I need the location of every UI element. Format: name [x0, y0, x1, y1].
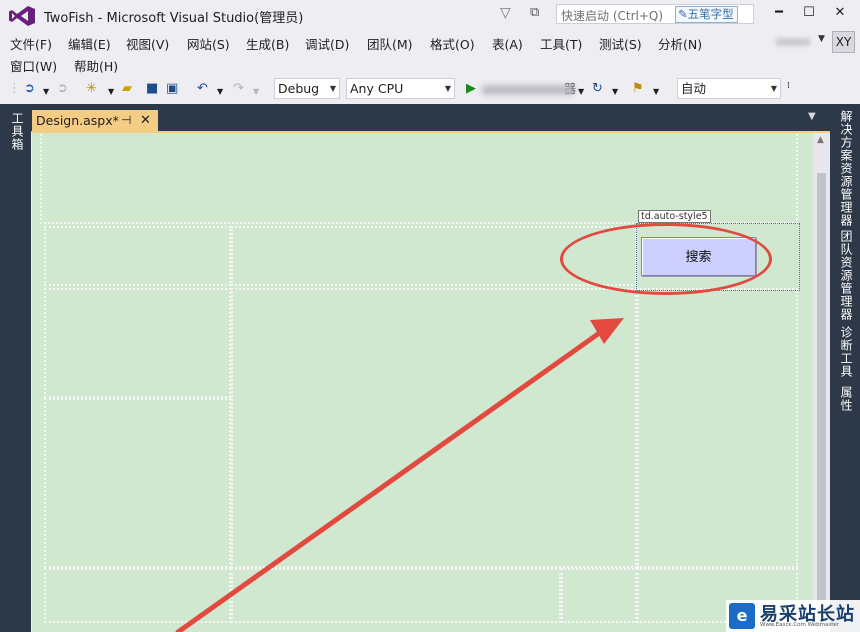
visual-studio-logo-icon	[9, 6, 35, 26]
navigate-forward-icon[interactable]: ➲	[57, 81, 68, 97]
solution-configuration-value: Debug	[278, 81, 320, 96]
menu-file[interactable]: 文件(F)	[10, 34, 52, 53]
watermark-logo-icon: e	[729, 603, 755, 629]
table-cell[interactable]	[44, 226, 231, 286]
toolbar-overflow-icon[interactable]: ⁞	[787, 78, 790, 94]
close-tab-icon[interactable]: ✕	[140, 110, 151, 131]
menu-view[interactable]: 视图(V)	[126, 34, 169, 53]
table-cell[interactable]	[44, 288, 231, 398]
solution-explorer-tab[interactable]: 解决方案资源管理器	[838, 110, 855, 227]
start-debugging-icon[interactable]: ▶	[466, 81, 476, 97]
right-tool-strip: 解决方案资源管理器 团队资源管理器 诊断工具 属性	[830, 104, 860, 632]
table-cell[interactable]	[44, 398, 231, 568]
menu-tools[interactable]: 工具(T)	[540, 34, 582, 53]
undo-icon[interactable]: ↶	[197, 81, 208, 97]
user-menu-chevron-icon[interactable]: ▼	[818, 34, 825, 44]
standard-toolbar: ⋮ ➲ ▼ ➲ ✳ ▼ ▰ ■ ▣ ↶ ▼ ↷ ▼ Debug ▼ Any CP…	[0, 76, 860, 104]
new-project-icon[interactable]: ✳	[86, 81, 97, 97]
save-all-icon[interactable]: ▣	[166, 81, 178, 97]
menu-test[interactable]: 测试(S)	[599, 34, 642, 53]
menu-team[interactable]: 团队(M)	[367, 34, 413, 53]
design-surface[interactable]: td.auto-style5 搜索	[32, 133, 813, 632]
solution-platform-value: Any CPU	[350, 81, 404, 96]
menu-window[interactable]: 窗口(W)	[10, 56, 57, 75]
navigate-back-icon[interactable]: ➲	[24, 81, 35, 97]
ime-status-badge: ✎五笔字型	[675, 6, 738, 23]
auto-combo-chevron-down-icon: ▼	[770, 84, 777, 93]
browser-link-dropdown-icon[interactable]: ▼	[653, 84, 659, 100]
tab-label: Design.aspx*	[36, 113, 119, 128]
menu-edit[interactable]: 编辑(E)	[68, 34, 111, 53]
user-name-blurred	[776, 38, 810, 46]
new-project-dropdown-icon[interactable]: ▼	[108, 84, 114, 100]
close-window-button[interactable]: ✕	[829, 5, 851, 23]
open-file-icon[interactable]: ▰	[122, 81, 132, 97]
undo-dropdown-icon[interactable]: ▼	[217, 84, 223, 100]
menu-analyze[interactable]: 分析(N)	[658, 34, 702, 53]
quick-launch-input[interactable]: 快速启动 (Ctrl+Q) ✎五笔字型	[556, 4, 754, 24]
scroll-up-arrow-icon[interactable]: ▲	[817, 135, 824, 145]
vertical-scrollbar[interactable]: ▲	[813, 133, 830, 632]
table-cell[interactable]	[637, 288, 798, 568]
minimize-button[interactable]: ━	[768, 5, 790, 23]
feedback-icon[interactable]: ⧉	[530, 5, 539, 20]
solution-configuration-select[interactable]: Debug ▼	[274, 78, 340, 99]
menu-bar: 文件(F) 编辑(E) 视图(V) 网站(S) 生成(B) 调试(D) 团队(M…	[0, 31, 860, 75]
run-target-dropdown-icon[interactable]: ▼	[578, 84, 584, 100]
refresh-dropdown-icon[interactable]: ▼	[612, 84, 618, 100]
configuration-chevron-down-icon: ▼	[329, 84, 336, 93]
menu-build[interactable]: 生成(B)	[246, 34, 289, 53]
auto-combo-select[interactable]: 自动 ▼	[677, 78, 781, 99]
browser-link-icon[interactable]: ⚑	[632, 81, 644, 97]
tab-list-chevron-down-icon[interactable]: ▼	[808, 111, 816, 122]
save-icon[interactable]: ■	[146, 81, 158, 97]
menu-format[interactable]: 格式(O)	[430, 34, 475, 53]
menu-help[interactable]: 帮助(H)	[74, 56, 118, 75]
notification-filter-icon[interactable]: ▽	[500, 5, 511, 21]
left-tool-strip: 工具箱	[0, 104, 31, 632]
pin-icon[interactable]: ⊣	[121, 110, 131, 131]
maximize-button[interactable]: ☐	[798, 5, 820, 23]
table-cell[interactable]	[231, 288, 637, 568]
auto-combo-value: 自动	[681, 81, 707, 96]
table-cell[interactable]	[231, 568, 561, 623]
ime-icon: ✎	[678, 7, 688, 21]
platform-chevron-down-icon: ▼	[444, 84, 451, 93]
annotation-ellipse	[560, 223, 772, 295]
tab-design-aspx[interactable]: Design.aspx* ⊣ ✕	[32, 110, 158, 131]
watermark-subtext: Www.Easck.Com Webmaster	[760, 622, 840, 628]
toolbar-grip-icon[interactable]: ⋮	[8, 81, 21, 97]
user-avatar[interactable]: XY	[832, 31, 855, 53]
redo-icon[interactable]: ↷	[233, 81, 244, 97]
solution-platform-select[interactable]: Any CPU ▼	[346, 78, 455, 99]
menu-table[interactable]: 表(A)	[492, 34, 523, 53]
watermark: e 易采站长站 Www.Easck.Com Webmaster	[726, 600, 860, 632]
refresh-icon[interactable]: ↻	[592, 81, 603, 97]
table-cell[interactable]	[44, 568, 231, 623]
table-cell[interactable]	[561, 568, 637, 623]
diagnostic-tools-tab[interactable]: 诊断工具	[838, 326, 855, 378]
ime-label: 五笔字型	[687, 7, 734, 21]
team-explorer-tab[interactable]: 团队资源管理器	[838, 230, 855, 321]
properties-tab[interactable]: 属性	[838, 386, 855, 412]
quick-launch-placeholder: 快速启动 (Ctrl+Q)	[561, 9, 664, 23]
scrollbar-thumb[interactable]	[817, 173, 826, 632]
title-bar: TwoFish - Microsoft Visual Studio(管理员) ▽…	[0, 0, 860, 31]
back-dropdown-icon[interactable]: ▼	[43, 84, 49, 100]
menu-debug[interactable]: 调试(D)	[305, 34, 349, 53]
toolbox-tab[interactable]: 工具箱	[9, 112, 26, 151]
cell-tag-label: td.auto-style5	[638, 210, 711, 223]
redo-dropdown-icon[interactable]: ▼	[253, 84, 259, 100]
menu-website[interactable]: 网站(S)	[187, 34, 230, 53]
run-target-blurred	[482, 85, 574, 95]
window-title: TwoFish - Microsoft Visual Studio(管理员)	[44, 11, 304, 26]
